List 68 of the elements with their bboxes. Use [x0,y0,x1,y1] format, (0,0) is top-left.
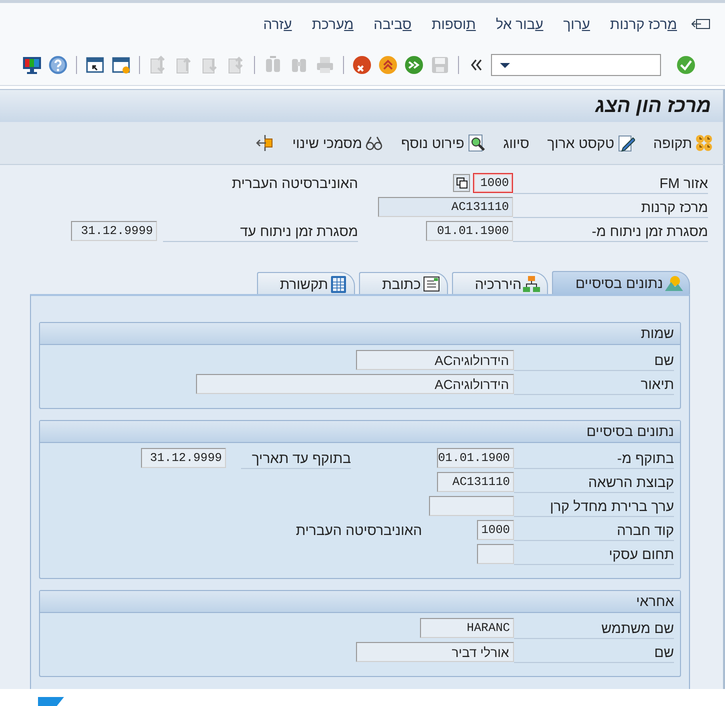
toolbar-button[interactable]: תקופה [653,134,713,152]
tab[interactable]: נתונים בסיסיים [552,271,690,294]
help-icon [48,55,68,75]
new-session-icon [111,55,131,75]
toolbar-button[interactable]: פירוט נוסף [401,134,486,152]
input-field[interactable]: 31.12.9999 [141,448,226,468]
menu-item[interactable]: סביבה [364,16,422,32]
input-field[interactable]: הידרולוגיהAC [356,350,514,370]
menu-item[interactable]: עבור אל [486,16,554,32]
tab[interactable]: כתובת [359,272,448,294]
toolbar-button[interactable]: מסמכי שינוי [292,134,384,152]
field-label: בתוקף עד תאריך [241,447,351,469]
field-label: מסגרת זמן ניתוח עד [163,220,358,242]
save-icon [430,55,450,75]
command-field[interactable] [491,54,661,76]
exit-icon [378,55,398,75]
input-field[interactable]: הידרולוגיהAC [196,374,514,394]
hierarchy-icon [522,274,542,292]
enter-icon [676,55,696,75]
history-icon[interactable] [470,59,483,71]
tab[interactable]: תקשורת [256,272,356,294]
exit-menu-icon[interactable] [691,16,711,32]
document-icon [422,274,441,292]
input-field[interactable]: AC131110 [437,472,514,492]
print-icon [315,55,335,75]
logo-icon [38,697,64,706]
menu-item[interactable]: עזרה [253,16,302,32]
exit-arrow-icon [256,134,274,152]
menu-item[interactable]: מערכת [302,16,364,32]
pencil-icon [617,134,636,152]
field-label: אזור FM [513,172,708,194]
clocks-icon [695,134,713,152]
group-title: שמות [40,323,680,345]
field-label: מרכז קרנות [513,196,708,218]
back-icon [404,55,424,75]
input-field[interactable] [477,544,514,564]
monitor-icon [22,55,42,75]
glasses-icon [365,134,384,152]
exit-button[interactable] [256,134,274,152]
dropdown-icon [500,62,510,68]
menu-item[interactable]: מרכז קרנות [600,16,687,32]
input-field[interactable] [429,496,514,516]
field-description: האוניברסיטה העברית [296,522,422,538]
input-field[interactable]: אורלי דביר [356,642,514,662]
input-field[interactable]: 01.01.1900 [426,221,513,241]
input-field[interactable]: 1000 [477,520,514,540]
screen-title: מרכז הון הצג [595,94,711,118]
copy-icon [456,177,468,189]
magnifier-icon [467,134,486,152]
input-field[interactable]: HARANC [420,618,514,638]
menu-item[interactable]: ערוך [553,16,600,32]
group-title: נתונים בסיסיים [40,421,680,443]
group-title: אחראי [40,591,680,613]
field-description: האוניברסיטה העברית [232,175,358,191]
input-field[interactable]: 01.01.1900 [437,448,514,468]
input-field[interactable]: 1000 [473,173,513,193]
shortcut-icon [85,55,105,75]
value-help-button[interactable] [453,174,470,192]
toolbar-button[interactable]: טקסט ארוך [547,134,636,152]
mountain-icon [664,274,683,292]
toolbar-button[interactable]: סיווג [503,135,530,151]
input-field[interactable]: AC131110 [378,197,513,217]
tab[interactable]: היררכיה [452,272,548,294]
menu-item[interactable]: תוספות [422,16,486,32]
find-next-icon [263,55,283,75]
input-field[interactable]: 31.12.9999 [71,221,157,241]
field-label: מסגרת זמן ניתוח מ- [513,220,708,242]
cancel-icon [352,55,372,75]
